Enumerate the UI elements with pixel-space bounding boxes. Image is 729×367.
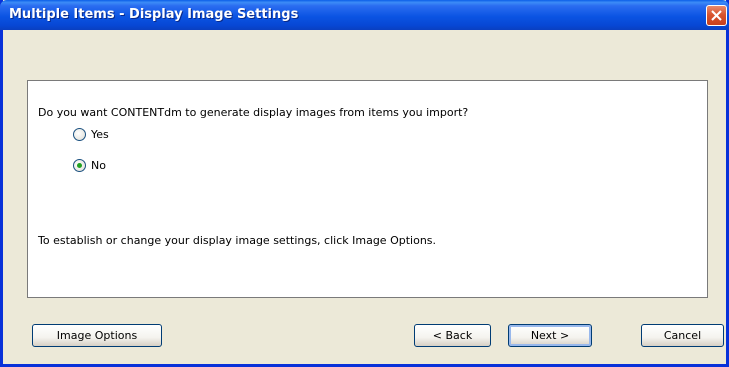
settings-panel: Do you want CONTENTdm to generate displa… bbox=[27, 80, 708, 298]
radio-label-yes: Yes bbox=[91, 128, 109, 141]
question-text: Do you want CONTENTdm to generate displa… bbox=[38, 106, 469, 119]
radio-option-yes[interactable]: Yes bbox=[73, 128, 109, 141]
close-icon bbox=[711, 10, 722, 21]
radio-button-no[interactable] bbox=[73, 159, 86, 172]
radio-selected-dot bbox=[77, 163, 82, 168]
cancel-button[interactable]: Cancel bbox=[641, 324, 724, 347]
dialog-window: Multiple Items - Display Image Settings … bbox=[0, 0, 729, 367]
back-button[interactable]: < Back bbox=[414, 324, 491, 347]
radio-option-no[interactable]: No bbox=[73, 159, 106, 172]
radio-button-yes[interactable] bbox=[73, 128, 86, 141]
image-options-button[interactable]: Image Options bbox=[32, 324, 162, 347]
next-button[interactable]: Next > bbox=[508, 324, 592, 347]
radio-label-no: No bbox=[91, 159, 106, 172]
info-text: To establish or change your display imag… bbox=[38, 234, 437, 247]
window-title: Multiple Items - Display Image Settings bbox=[9, 7, 299, 22]
close-button[interactable] bbox=[706, 5, 727, 26]
title-bar[interactable]: Multiple Items - Display Image Settings bbox=[0, 0, 729, 30]
